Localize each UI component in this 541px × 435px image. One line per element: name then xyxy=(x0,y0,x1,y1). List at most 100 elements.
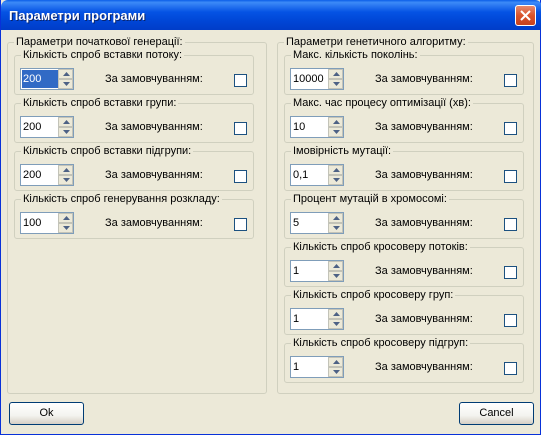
parameter-spinbox xyxy=(20,212,74,234)
spin-down-button[interactable] xyxy=(58,223,73,233)
parameter-label: Кількість спроб вставки потоку: xyxy=(21,49,185,62)
spin-down-button[interactable] xyxy=(58,175,73,185)
default-checkbox[interactable] xyxy=(234,74,247,87)
parameter-spinbox xyxy=(20,164,74,186)
spin-up-button[interactable] xyxy=(328,117,343,127)
spin-buttons xyxy=(58,117,73,137)
parameter-spinbox xyxy=(20,68,74,90)
spin-buttons xyxy=(58,69,73,89)
parameter-input[interactable] xyxy=(22,70,59,88)
spin-buttons xyxy=(58,213,73,233)
parameter-input[interactable] xyxy=(292,166,329,184)
default-checkbox[interactable] xyxy=(504,122,517,135)
spin-up-icon xyxy=(63,168,70,172)
spin-down-icon xyxy=(333,130,340,134)
parameter-spinbox xyxy=(290,212,344,234)
parameter-input[interactable] xyxy=(292,118,329,136)
close-icon xyxy=(520,10,531,21)
spin-up-button[interactable] xyxy=(328,213,343,223)
parameter-input[interactable] xyxy=(22,166,59,184)
spin-down-icon xyxy=(333,370,340,374)
parameter-group: Кількість спроб кросоверу груп: За замовч… xyxy=(284,289,524,335)
parameter-input[interactable] xyxy=(292,358,329,376)
parameter-group: Кількість спроб кросоверу підгруп: За зам… xyxy=(284,337,524,383)
cancel-button[interactable]: Cancel xyxy=(459,402,534,425)
default-label: За замовчуванням: xyxy=(375,73,473,85)
spin-down-button[interactable] xyxy=(58,79,73,89)
spin-up-button[interactable] xyxy=(328,309,343,319)
default-label: За замовчуванням: xyxy=(375,121,473,133)
spin-down-button[interactable] xyxy=(328,367,343,377)
parameter-input[interactable] xyxy=(292,214,329,232)
spin-up-button[interactable] xyxy=(58,69,73,79)
ok-button[interactable]: Ok xyxy=(9,402,84,425)
spin-down-icon xyxy=(333,226,340,230)
spin-down-icon xyxy=(333,82,340,86)
parameter-input[interactable] xyxy=(22,118,59,136)
spin-up-button[interactable] xyxy=(328,261,343,271)
parameter-spinbox xyxy=(290,116,344,138)
default-checkbox[interactable] xyxy=(234,170,247,183)
default-checkbox[interactable] xyxy=(234,122,247,135)
spin-up-button[interactable] xyxy=(58,117,73,127)
title-bar[interactable]: Параметри програми xyxy=(1,0,541,30)
default-checkbox[interactable] xyxy=(504,266,517,279)
default-checkbox[interactable] xyxy=(504,314,517,327)
spin-buttons xyxy=(328,165,343,185)
spin-buttons xyxy=(328,357,343,377)
parameter-label: Кількість спроб кросоверу груп: xyxy=(291,289,456,302)
default-checkbox[interactable] xyxy=(504,362,517,375)
parameter-input[interactable] xyxy=(292,310,329,328)
default-label: За замовчуванням: xyxy=(375,265,473,277)
spin-down-button[interactable] xyxy=(58,127,73,137)
spin-up-icon xyxy=(63,216,70,220)
spin-down-icon xyxy=(333,322,340,326)
spin-down-button[interactable] xyxy=(328,175,343,185)
spin-down-icon xyxy=(333,274,340,278)
default-checkbox[interactable] xyxy=(234,218,247,231)
parameter-label: Макс. кількість поколінь: xyxy=(291,49,420,62)
close-button[interactable] xyxy=(515,5,536,26)
parameter-label: Кількість спроб кросоверу потоків: xyxy=(291,241,470,254)
spin-buttons xyxy=(328,261,343,281)
parameter-group: Макс. час процесу оптимізації (хв): За за… xyxy=(284,97,524,143)
default-checkbox[interactable] xyxy=(504,74,517,87)
spin-down-button[interactable] xyxy=(328,271,343,281)
default-checkbox[interactable] xyxy=(504,170,517,183)
parameter-label: Кількість спроб кросоверу підгруп: xyxy=(291,337,471,350)
default-label: За замовчуванням: xyxy=(375,313,473,325)
spin-buttons xyxy=(328,213,343,233)
spin-up-button[interactable] xyxy=(58,165,73,175)
default-label: За замовчуванням: xyxy=(375,169,473,181)
parameter-group: Процент мутацій в хромосомі: За замовчува… xyxy=(284,193,524,239)
spin-up-button[interactable] xyxy=(328,165,343,175)
default-label: За замовчуванням: xyxy=(105,169,203,181)
spin-down-icon xyxy=(333,178,340,182)
default-label: За замовчуванням: xyxy=(105,217,203,229)
spin-buttons xyxy=(328,69,343,89)
parameter-spinbox xyxy=(290,164,344,186)
spin-down-icon xyxy=(63,130,70,134)
parameter-input[interactable] xyxy=(22,214,59,232)
spin-down-button[interactable] xyxy=(328,319,343,329)
parameter-label: Імовірність мутації: xyxy=(291,145,394,158)
settings-dialog: Параметри програми Параметри початкової … xyxy=(0,0,541,435)
spin-buttons xyxy=(58,165,73,185)
parameter-input[interactable] xyxy=(292,262,329,280)
parameter-group: Кількість спроб кросоверу потоків: За зам… xyxy=(284,241,524,287)
spin-buttons xyxy=(328,117,343,137)
spin-down-button[interactable] xyxy=(328,79,343,89)
spin-down-button[interactable] xyxy=(328,127,343,137)
spin-up-button[interactable] xyxy=(328,357,343,367)
parameter-spinbox xyxy=(290,260,344,282)
spin-up-button[interactable] xyxy=(328,69,343,79)
spin-up-icon xyxy=(63,72,70,76)
parameter-input[interactable] xyxy=(292,70,329,88)
spin-up-icon xyxy=(333,264,340,268)
default-checkbox[interactable] xyxy=(504,218,517,231)
spin-down-button[interactable] xyxy=(328,223,343,233)
spin-down-icon xyxy=(63,226,70,230)
spin-up-icon xyxy=(63,120,70,124)
parameter-group: Кількість спроб вставки потоку: За замовч… xyxy=(14,49,254,95)
spin-up-button[interactable] xyxy=(58,213,73,223)
